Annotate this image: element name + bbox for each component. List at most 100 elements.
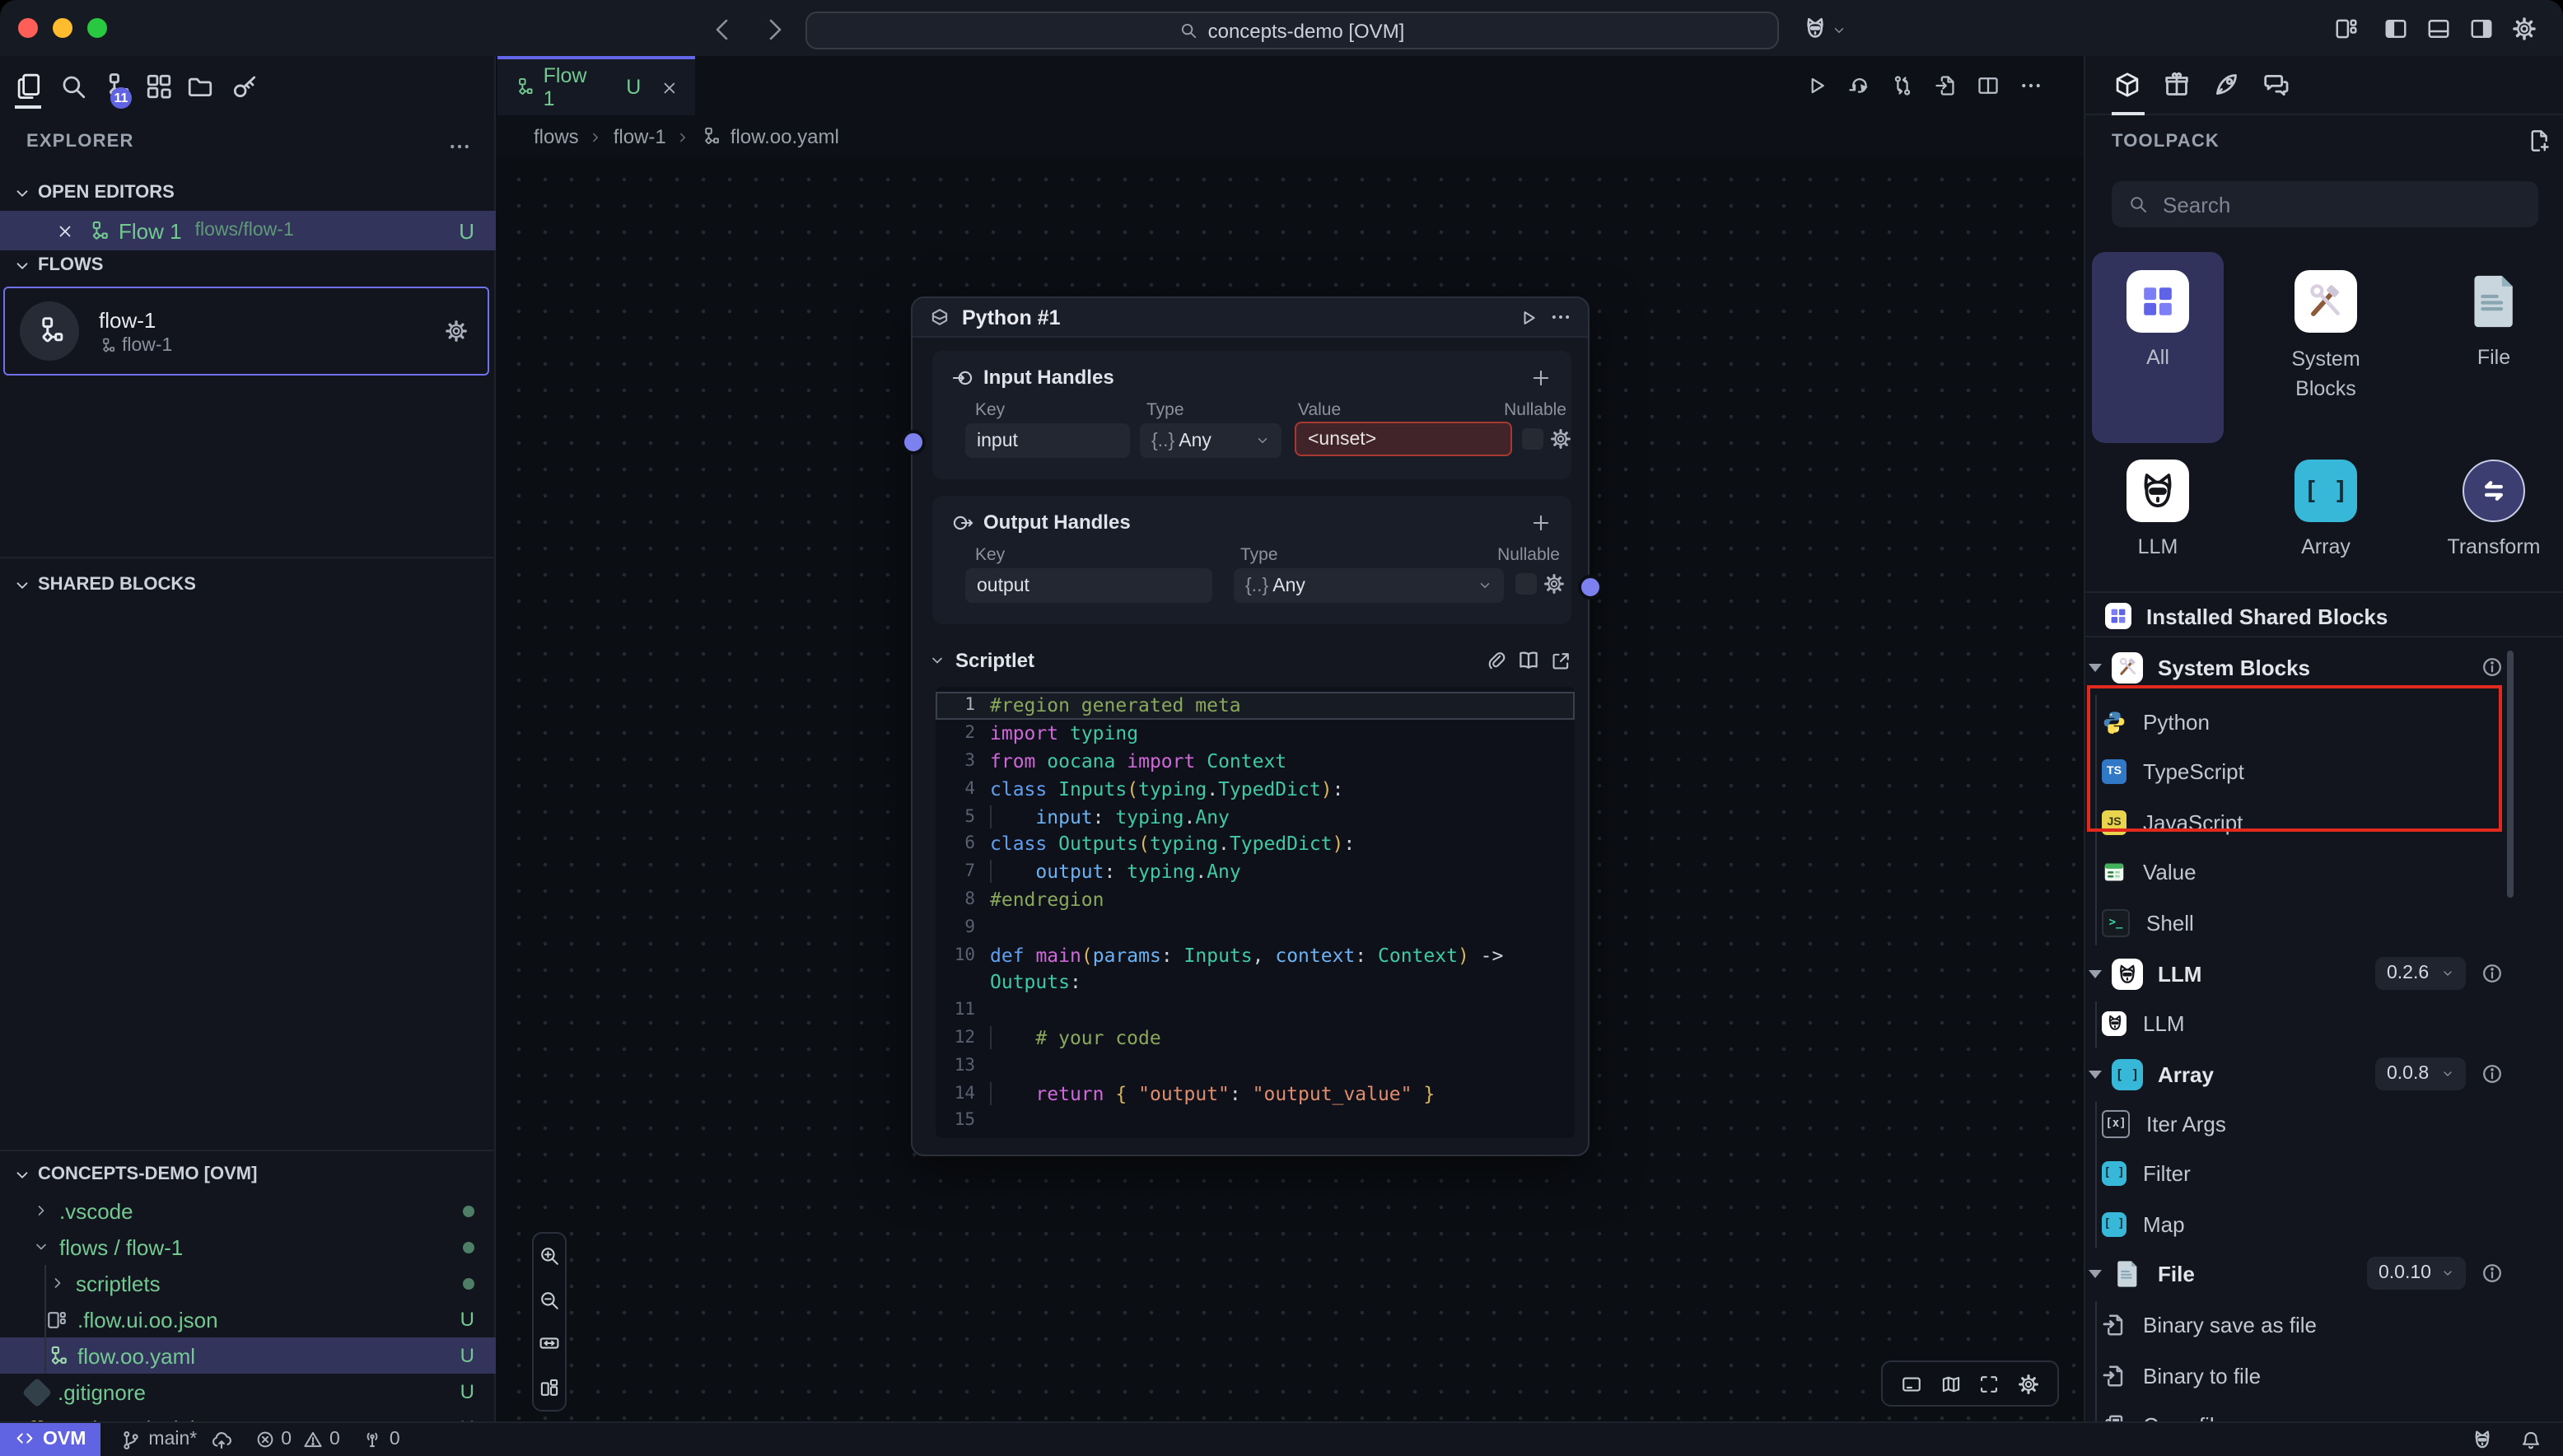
close-editor-icon[interactable]	[56, 222, 74, 240]
flow-settings-gear-icon[interactable]	[445, 320, 468, 343]
activity-blocks-icon[interactable]	[145, 72, 173, 100]
tree-item-flow-oo-yaml[interactable]: flow.oo.yaml U	[0, 1337, 496, 1374]
explorer-more-actions-icon[interactable]	[448, 135, 471, 158]
toolpack-search[interactable]	[2112, 181, 2538, 227]
input-nullable-checkbox[interactable]	[1522, 428, 1543, 450]
settings-gear-icon[interactable]	[2512, 16, 2537, 41]
toggle-right-sidebar-icon[interactable]	[2469, 16, 2494, 41]
assistant-fox-icon[interactable]	[1802, 15, 1828, 41]
canvas-settings-gear-icon[interactable]	[2018, 1373, 2039, 1394]
info-icon[interactable]	[2481, 656, 2504, 679]
group-system-blocks[interactable]: System Blocks	[2089, 642, 2509, 692]
category-system-blocks[interactable]: System Blocks	[2260, 252, 2392, 443]
input-value-field-unset[interactable]: <unset>	[1295, 422, 1512, 456]
block-item-value[interactable]: Value	[2102, 847, 2522, 896]
git-branch-status[interactable]: main*	[120, 1429, 231, 1450]
tab-flow-1[interactable]: Flow 1 U	[497, 56, 695, 115]
llm-version-select[interactable]: 0.2.6	[2375, 957, 2466, 990]
output-key-field[interactable]	[965, 568, 1212, 603]
category-file[interactable]: File	[2428, 252, 2560, 443]
window-zoom-button[interactable]	[87, 18, 107, 38]
assistant-chevron-icon[interactable]	[1832, 23, 1846, 38]
block-item-iter-args[interactable]: [x] Iter Args	[2102, 1099, 2522, 1148]
node-python-1[interactable]: Python #1 Input Handles Key Type Val	[911, 296, 1590, 1156]
tab-chat[interactable]	[2262, 55, 2290, 114]
attach-icon[interactable]	[1486, 650, 1507, 671]
output-nullable-checkbox[interactable]	[1515, 573, 1537, 595]
scriptlet-code-editor[interactable]: 1#region generated meta2import typing3fr…	[936, 687, 1575, 1138]
block-item-filter[interactable]: [ ] Filter	[2102, 1148, 2522, 1197]
zoom-out-icon[interactable]	[539, 1289, 560, 1310]
docs-icon[interactable]	[1517, 649, 1540, 672]
category-llm[interactable]: LLM	[2092, 441, 2224, 624]
ports-status[interactable]: 0	[363, 1430, 400, 1449]
customize-layout-icon[interactable]	[2334, 16, 2359, 41]
block-item-llm[interactable]: LLM	[2102, 998, 2522, 1048]
open-editor-item-flow-1[interactable]: Flow 1 flows/flow-1 U	[0, 211, 496, 250]
output-connection-handle[interactable]	[1578, 575, 1603, 600]
activity-secrets-icon[interactable]	[231, 72, 259, 100]
block-item-map[interactable]: [ ] Map	[2102, 1199, 2522, 1248]
sync-changes-icon[interactable]	[1891, 74, 1914, 97]
run-flow-icon[interactable]	[1805, 74, 1828, 97]
new-toolpack-icon[interactable]	[2527, 128, 2551, 153]
remote-indicator[interactable]: OVM	[0, 1422, 100, 1456]
output-handle-settings-gear-icon[interactable]	[1543, 573, 1565, 595]
node-more-icon[interactable]	[1550, 306, 1571, 328]
tree-item-gitignore[interactable]: .gitignore U	[0, 1374, 496, 1410]
activity-folder-icon[interactable]	[186, 72, 214, 100]
activity-search-icon[interactable]	[59, 72, 87, 100]
workspace-tree-header[interactable]: CONCEPTS-DEMO [OVM]	[13, 1156, 257, 1192]
auto-layout-icon[interactable]	[539, 1377, 560, 1398]
window-close-button[interactable]	[18, 18, 38, 38]
notifications-bell-icon[interactable]	[2520, 1429, 2542, 1450]
category-all[interactable]: All	[2092, 252, 2224, 443]
block-item-binary-save-as-file[interactable]: Binary save as file	[2102, 1300, 2522, 1349]
category-transform[interactable]: Transform	[2428, 441, 2560, 624]
input-key-field[interactable]	[965, 423, 1130, 458]
input-connection-handle[interactable]	[901, 430, 926, 455]
fullscreen-icon[interactable]	[1979, 1373, 2000, 1394]
problems-status[interactable]: 0 0	[254, 1430, 340, 1449]
open-external-icon[interactable]	[1550, 650, 1571, 671]
fit-view-icon[interactable]	[539, 1333, 560, 1355]
input-type-select[interactable]: {..} Any	[1140, 423, 1282, 458]
tree-item-scriptlets[interactable]: scriptlets	[0, 1265, 496, 1301]
rerun-flow-icon[interactable]	[1848, 74, 1871, 97]
flows-header[interactable]: FLOWS	[13, 247, 103, 283]
open-changes-icon[interactable]	[1934, 74, 1957, 97]
tab-toolpack[interactable]	[2113, 55, 2141, 114]
scriptlet-header[interactable]: Scriptlet	[929, 644, 1575, 677]
breadcrumb-flow-1[interactable]: flow-1	[614, 125, 666, 148]
add-input-handle-icon[interactable]	[1530, 366, 1552, 388]
node-run-icon[interactable]	[1519, 307, 1538, 327]
array-version-select[interactable]: 0.0.8	[2375, 1057, 2466, 1090]
info-icon[interactable]	[2481, 1062, 2504, 1085]
toggle-left-sidebar-icon[interactable]	[2383, 16, 2408, 41]
flow-list-item-flow-1[interactable]: flow-1 flow-1	[3, 287, 489, 376]
publish-cloud-icon[interactable]	[210, 1429, 231, 1450]
info-icon[interactable]	[2481, 1262, 2504, 1285]
window-minimize-button[interactable]	[53, 18, 72, 38]
zoom-in-icon[interactable]	[539, 1245, 560, 1267]
toggle-bottom-panel-icon[interactable]	[2426, 16, 2451, 41]
breadcrumb[interactable]: flows flow-1 flow.oo.yaml	[534, 122, 839, 152]
minimap-icon[interactable]	[1940, 1373, 1961, 1394]
output-type-select[interactable]: {..} Any	[1234, 568, 1504, 603]
add-output-handle-icon[interactable]	[1530, 511, 1552, 533]
node-header[interactable]: Python #1	[913, 298, 1588, 338]
toolpack-search-input[interactable]	[2159, 190, 2522, 218]
open-editors-header[interactable]: OPEN EDITORS	[13, 175, 175, 211]
tab-close-icon[interactable]	[661, 78, 679, 96]
file-version-select[interactable]: 0.0.10	[2367, 1257, 2466, 1290]
category-array[interactable]: [ ] Array	[2260, 441, 2392, 624]
flow-canvas[interactable]: Python #1 Input Handles Key Type Val	[496, 156, 2084, 1421]
breadcrumb-file[interactable]: flow.oo.yaml	[731, 125, 839, 148]
history-back-icon[interactable]	[710, 16, 733, 40]
activity-explorer-icon[interactable]	[15, 72, 43, 100]
toggle-panel-icon[interactable]	[1901, 1373, 1922, 1394]
tree-item-vscode[interactable]: .vscode	[0, 1192, 496, 1229]
breadcrumb-flows[interactable]: flows	[534, 125, 579, 148]
editor-more-actions-icon[interactable]	[2019, 74, 2042, 97]
block-item-binary-to-file[interactable]: Binary to file	[2102, 1351, 2522, 1400]
